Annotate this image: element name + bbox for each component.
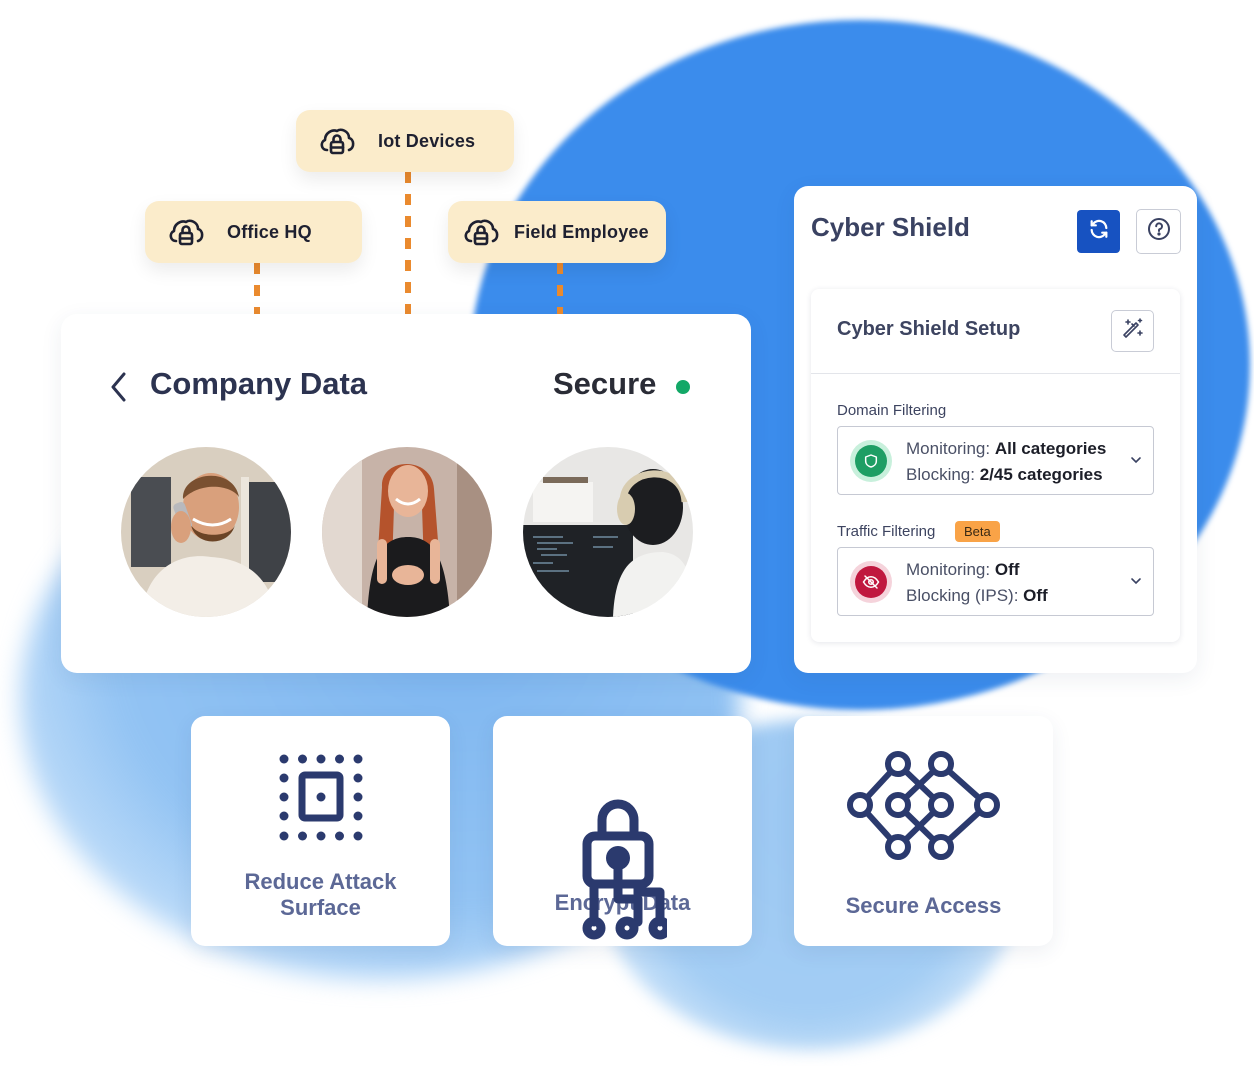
feature-label: Reduce Attack Surface bbox=[244, 869, 397, 920]
page-title: Company Data bbox=[150, 366, 368, 401]
domain-blocking: Blocking: 2/45 categories bbox=[906, 465, 1103, 484]
chip-iot-devices[interactable]: Iot Devices bbox=[296, 110, 514, 172]
chip-field-employee[interactable]: Field Employee bbox=[448, 201, 666, 263]
divider bbox=[811, 373, 1180, 374]
domain-monitoring: Monitoring: All categories bbox=[906, 439, 1107, 458]
domain-filtering-label: Domain Filtering bbox=[837, 402, 947, 419]
status-label: Secure bbox=[553, 366, 657, 401]
avatar[interactable] bbox=[322, 447, 492, 617]
connector-iot bbox=[405, 172, 411, 314]
help-button[interactable] bbox=[1136, 209, 1181, 254]
connector-field bbox=[557, 263, 563, 314]
cloud-lock-icon bbox=[318, 126, 356, 156]
help-circle-icon bbox=[1147, 217, 1171, 246]
refresh-button[interactable] bbox=[1077, 210, 1120, 253]
avatar[interactable] bbox=[523, 447, 693, 617]
panel-title: Cyber Shield bbox=[811, 212, 970, 242]
avatar[interactable] bbox=[121, 447, 291, 617]
chip-label: Iot Devices bbox=[378, 130, 476, 151]
chevron-down-icon bbox=[1129, 574, 1143, 588]
shield-icon bbox=[850, 440, 892, 482]
feature-card-reduce-attack-surface[interactable]: Reduce Attack Surface bbox=[191, 716, 450, 946]
feature-card-secure-access[interactable]: Secure Access bbox=[794, 716, 1053, 946]
cloud-lock-icon bbox=[462, 217, 500, 247]
network-nodes-icon bbox=[847, 751, 1000, 860]
feature-card-encrypt-data[interactable]: Encrypt Data bbox=[493, 716, 752, 946]
eye-off-icon bbox=[850, 561, 892, 603]
beta-badge: Beta bbox=[955, 521, 1000, 542]
domain-filtering-select[interactable]: Monitoring: All categories Blocking: 2/4… bbox=[837, 426, 1154, 495]
cyber-shield-panel: Cyber Shield Cyber Shield Setup Domain F… bbox=[794, 186, 1197, 673]
chip-label: Office HQ bbox=[227, 221, 312, 242]
traffic-blocking: Blocking (IPS): Off bbox=[906, 586, 1048, 605]
cyber-shield-setup-card: Cyber Shield Setup Domain Filtering Moni… bbox=[811, 289, 1180, 642]
lock-network-icon bbox=[582, 799, 667, 940]
traffic-filtering-label: Traffic Filtering bbox=[837, 523, 936, 540]
chevron-down-icon bbox=[1129, 453, 1143, 467]
attack-surface-icon bbox=[279, 754, 363, 841]
status-dot bbox=[676, 380, 690, 394]
traffic-filtering-select[interactable]: Monitoring: Off Blocking (IPS): Off bbox=[837, 547, 1154, 616]
chip-office-hq[interactable]: Office HQ bbox=[145, 201, 362, 263]
setup-wizard-button[interactable] bbox=[1111, 310, 1154, 352]
traffic-monitoring: Monitoring: Off bbox=[906, 560, 1020, 579]
refresh-icon bbox=[1088, 218, 1110, 245]
connector-office bbox=[254, 263, 260, 314]
chip-label: Field Employee bbox=[514, 221, 649, 242]
setup-title: Cyber Shield Setup bbox=[837, 318, 1021, 340]
cloud-lock-icon bbox=[167, 217, 205, 247]
feature-label: Secure Access bbox=[845, 893, 1002, 918]
magic-wand-icon bbox=[1121, 317, 1145, 346]
chevron-left-icon[interactable] bbox=[107, 370, 131, 404]
company-data-card: Company Data Secure bbox=[61, 314, 751, 673]
